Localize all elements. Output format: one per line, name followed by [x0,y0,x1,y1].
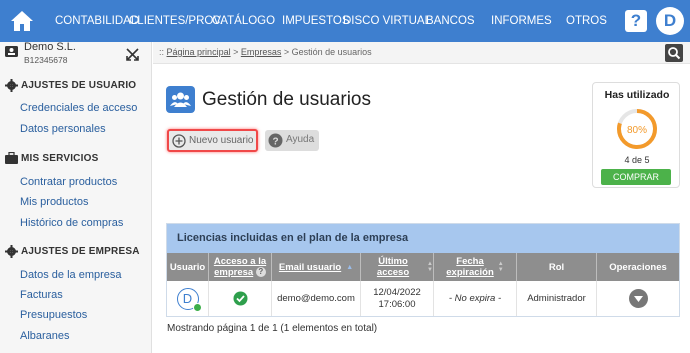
cell-user-avatar: D [167,281,209,316]
col-acceso-line2: empresa [214,267,254,278]
col-fecha-line1: Fecha [456,256,484,267]
switch-arrows-icon[interactable] [126,48,139,61]
chevron-down-icon [633,295,643,302]
col-fecha-expiracion[interactable]: Fecha expiración ▲ ▼ [434,253,517,281]
new-user-label: Nuevo usuario [189,135,254,146]
sort-icon[interactable]: ▲ ▼ [427,261,433,273]
breadcrumb-prefix: :: [159,47,165,57]
sort-asc-icon[interactable]: ▲ [346,262,353,273]
sidebar-item-credenciales[interactable]: Credenciales de acceso [20,102,137,114]
sidebar-item-facturas[interactable]: Facturas [20,289,63,301]
users-icon [166,86,195,113]
section-ajustes-usuario: AJUSTES DE USUARIO [5,79,136,92]
section-title: AJUSTES DE USUARIO [21,80,137,92]
last-access-time: 17:06:00 [378,298,416,310]
sidebar-item-presupuestos[interactable]: Presupuestos [20,309,87,321]
cell-email: demo@demo.com [272,281,361,316]
nav-catalogo[interactable]: CATÁLOGO [212,0,275,42]
section-mis-servicios: MIS SERVICIOS [5,152,98,165]
pagination-info: Mostrando página 1 de 1 (1 elementos en … [167,323,378,334]
breadcrumb-current: Gestión de usuarios [291,47,372,57]
licenses-panel: Licencias incluidas en el plan de la emp… [166,223,680,317]
company-selector[interactable]: Demo S.L. B12345678 [0,41,152,68]
gear-icon [5,245,18,258]
company-name: Demo S.L. [24,41,76,53]
sidebar-item-mis-productos[interactable]: Mis productos [20,196,88,208]
briefcase-icon [5,152,18,164]
plus-circle-icon [172,134,186,148]
usage-title: Has utilizado [604,89,670,101]
cell-last-access: 12/04/2022 17:06:00 [361,281,434,316]
page-title: Gestión de usuarios [202,89,371,110]
breadcrumb: :: Página principal > Empresas > Gestión… [153,42,690,64]
info-icon[interactable]: ? [255,267,266,278]
search-button[interactable] [665,44,683,62]
sidebar-item-datos-personales[interactable]: Datos personales [20,123,106,135]
sidebar-item-datos-empresa[interactable]: Datos de la empresa [20,269,122,281]
col-email-label: Email usuario [278,261,342,273]
sort-icon[interactable]: ▲ ▼ [498,261,504,273]
operations-dropdown-button[interactable] [628,289,648,308]
row-avatar-letter: D [182,290,193,306]
usage-card: Has utilizado 80% 4 de 5 COMPRAR [592,82,680,188]
cell-access [209,281,272,316]
help-label: Ayuda [286,134,315,145]
gear-icon [5,79,18,92]
col-acceso[interactable]: Acceso a la empresa ? [209,253,272,281]
usage-percent: 80% [627,125,647,136]
nav-informes[interactable]: INFORMES [491,0,552,42]
usage-ring: 80% [617,109,657,149]
help-page-button[interactable]: ? Ayuda [265,130,319,151]
breadcrumb-empresas-link[interactable]: Empresas [241,47,282,57]
user-avatar[interactable]: D [656,7,684,35]
nav-disco-virtual[interactable]: DISCO VIRTUAL [343,0,431,42]
nav-clientes-prov[interactable]: CLIENTES/PROV. [129,0,223,42]
col-ultimo-label: Último acceso [376,256,410,278]
home-icon [11,11,33,31]
id-card-icon [5,46,18,57]
check-circle-icon [233,291,247,306]
col-fecha-line2: expiración [446,267,494,278]
sidebar-item-historico[interactable]: Histórico de compras [20,217,123,229]
breadcrumb-trail: :: Página principal > Empresas > Gestión… [159,47,372,57]
question-circle-icon: ? [268,133,283,148]
buy-button[interactable]: COMPRAR [601,169,671,185]
nav-otros[interactable]: OTROS [566,0,607,42]
sidebar-item-albaranes[interactable]: Albaranes [20,330,70,342]
col-email[interactable]: Email usuario ▲ [272,253,361,281]
col-usuario: Usuario [167,253,209,281]
panel-header: Licencias incluidas en el plan de la emp… [167,224,679,253]
col-ultimo-acceso[interactable]: Último acceso ▲ ▼ [361,253,434,281]
col-operaciones: Operaciones [597,253,679,281]
col-rol: Rol [517,253,597,281]
home-button[interactable] [0,0,44,42]
svg-text:?: ? [272,136,278,147]
section-ajustes-empresa: AJUSTES DE EMPRESA [5,245,140,258]
new-user-button[interactable]: Nuevo usuario [167,129,258,152]
help-button[interactable]: ? [625,10,647,32]
row-avatar: D [176,287,202,312]
nav-impuestos[interactable]: IMPUESTOS [282,0,350,42]
cell-expiration: - No expira - [434,281,517,316]
sidebar: Demo S.L. B12345678 AJUSTES DE USUARIO C… [0,41,152,353]
cell-role: Administrador [517,281,597,316]
breadcrumb-home-link[interactable]: Página principal [167,47,231,57]
verified-icon [192,302,202,312]
last-access-date: 12/04/2022 [373,286,421,298]
search-icon [668,47,681,60]
section-title: MIS SERVICIOS [21,153,99,165]
company-id: B12345678 [24,55,68,65]
section-title: AJUSTES DE EMPRESA [21,246,140,258]
sidebar-item-contratar[interactable]: Contratar productos [20,176,117,188]
nav-bancos[interactable]: BANCOS [426,0,475,42]
col-acceso-line1: Acceso a la [213,256,267,267]
usage-count: 4 de 5 [624,155,650,165]
nav-contabilidad[interactable]: CONTABILIDAD [55,0,139,42]
panel-title: Licencias incluidas en el plan de la emp… [177,232,409,244]
top-navigation-bar: CONTABILIDAD CLIENTES/PROV. CATÁLOGO IMP… [0,0,690,42]
cell-operations [597,281,679,316]
